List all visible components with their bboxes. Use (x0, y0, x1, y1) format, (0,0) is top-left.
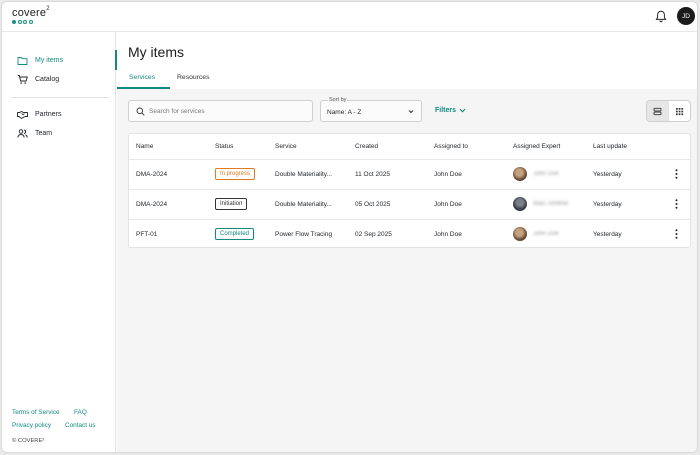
expert-name: Marc Smither (533, 201, 569, 207)
row-assigned-expert: John Doe (513, 227, 559, 241)
more-options-icon[interactable] (675, 229, 678, 239)
row-name: DMA-2024 (136, 201, 168, 208)
more-options-icon[interactable] (675, 199, 678, 209)
row-assigned-to: John Doe (434, 201, 462, 208)
column-header-assigned-to[interactable]: Assigned to (434, 143, 468, 150)
table-row[interactable]: DMA-2024 Initiation Double Materiality..… (129, 190, 690, 220)
expert-avatar (513, 227, 527, 241)
filters-button[interactable]: Filters (435, 107, 466, 114)
search-input[interactable] (149, 105, 309, 117)
app-window: covere2 JD My items Catalog Partners Tea… (1, 1, 698, 453)
chevron-down-icon (408, 110, 414, 114)
sidebar: My items Catalog Partners Team Terms of … (2, 32, 117, 452)
sidebar-item-label: My items (35, 56, 63, 64)
expert-name: John Doe (533, 171, 559, 177)
chevron-down-icon (459, 108, 466, 113)
row-last-update: Yesterday (593, 201, 622, 208)
search-icon (136, 107, 145, 116)
services-table: Name Status Service Created Assigned to … (128, 133, 691, 248)
row-name: DMA-2024 (136, 171, 168, 178)
table-row[interactable]: DMA-2024 In progress Double Materiality.… (129, 160, 690, 190)
row-assigned-expert: John Doe (513, 167, 559, 181)
grid-view-button[interactable] (669, 101, 691, 121)
row-service: Double Materiality... (275, 201, 332, 208)
list-view-button[interactable] (647, 101, 669, 121)
sort-select[interactable]: Sort by Name: A - Z (320, 97, 422, 122)
tab-services[interactable]: Services (129, 74, 155, 81)
handshake-icon (17, 110, 28, 119)
user-avatar[interactable]: JD (677, 7, 695, 25)
row-assigned-to: John Doe (434, 171, 462, 178)
contact-link[interactable]: Contact us (65, 422, 96, 429)
sidebar-item-label: Team (35, 129, 53, 137)
grid-view-icon (675, 107, 683, 115)
row-service: Power Flow Tracing (275, 231, 333, 238)
sidebar-item-partners[interactable]: Partners (2, 106, 116, 122)
row-last-update: Yesterday (593, 231, 622, 238)
column-header-assigned-expert[interactable]: Assigned Expert (513, 143, 560, 150)
tab-resources[interactable]: Resources (177, 74, 210, 81)
sidebar-item-my-items[interactable]: My items (2, 50, 117, 70)
table-row[interactable]: PFT-01 Completed Power Flow Tracing 02 S… (129, 220, 690, 249)
row-created: 05 Oct 2025 (355, 201, 391, 208)
row-assigned-to: John Doe (434, 231, 462, 238)
row-service: Double Materiality... (275, 171, 332, 178)
sidebar-divider (11, 97, 109, 98)
status-badge: Completed (215, 228, 255, 240)
sidebar-item-label: Partners (35, 110, 62, 118)
row-created: 02 Sep 2025 (355, 231, 392, 238)
row-created: 11 Oct 2025 (355, 171, 390, 178)
row-last-update: Yesterday (593, 171, 622, 178)
status-badge: In progress (215, 168, 256, 180)
sort-label: Sort by (328, 97, 348, 103)
active-tab-indicator (117, 87, 170, 89)
main-content: My items Services Resources Sort by Name… (117, 32, 697, 452)
table-header-row: Name Status Service Created Assigned to … (129, 134, 690, 160)
column-header-last-update[interactable]: Last update (593, 143, 627, 150)
logo-superscript: 2 (46, 6, 50, 12)
column-header-status[interactable]: Status (215, 143, 233, 150)
logo-text: covere (12, 7, 47, 19)
expert-avatar (513, 197, 527, 211)
sidebar-item-catalog[interactable]: Catalog (2, 71, 116, 87)
cart-icon (17, 74, 28, 84)
folder-icon (17, 56, 28, 65)
top-header: covere2 JD (2, 2, 697, 32)
logo-dots-icon (12, 20, 50, 24)
sort-value: Name: A - Z (327, 109, 362, 116)
column-header-service[interactable]: Service (275, 143, 297, 150)
terms-link[interactable]: Terms of Service (12, 409, 60, 416)
logo[interactable]: covere2 (12, 6, 50, 24)
team-icon (17, 128, 28, 138)
status-badge: Initiation (215, 198, 248, 210)
view-toggle (646, 100, 691, 122)
row-name: PFT-01 (136, 231, 158, 238)
column-header-name[interactable]: Name (136, 143, 153, 150)
list-view-icon (653, 107, 662, 115)
faq-link[interactable]: FAQ (74, 409, 87, 416)
page-header: My items Services Resources (117, 32, 697, 89)
expert-avatar (513, 167, 527, 181)
privacy-link[interactable]: Privacy policy (12, 422, 51, 429)
search-box[interactable] (128, 100, 313, 122)
copyright-text: © COVERE² (12, 438, 45, 444)
sidebar-item-label: Catalog (35, 75, 60, 83)
bell-icon[interactable] (655, 10, 667, 23)
column-header-created[interactable]: Created (355, 143, 378, 150)
page-title: My items (128, 44, 184, 60)
sidebar-item-team[interactable]: Team (2, 125, 116, 141)
expert-name: John Doe (533, 231, 559, 237)
more-options-icon[interactable] (675, 169, 678, 179)
filters-label: Filters (435, 107, 457, 114)
row-assigned-expert: Marc Smither (513, 197, 569, 211)
